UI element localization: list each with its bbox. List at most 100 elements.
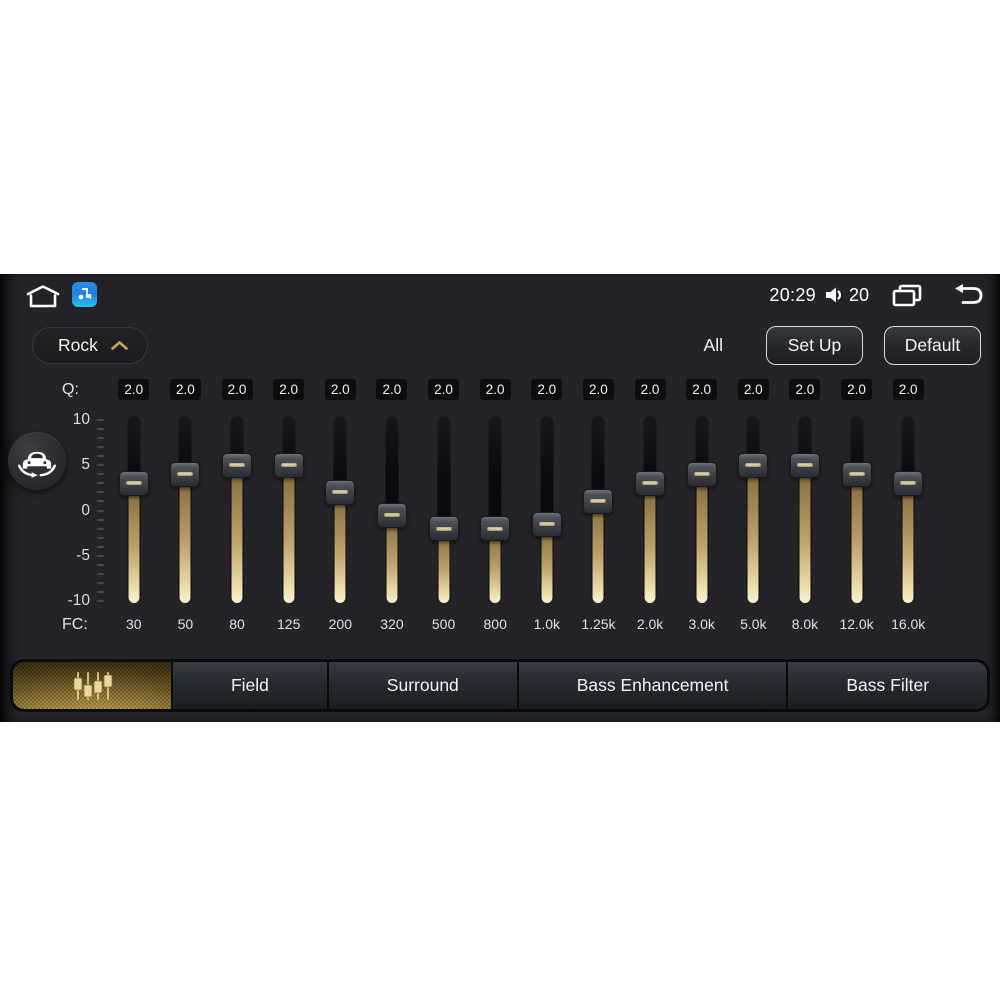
q-cell: 2.0 xyxy=(676,379,728,400)
eq-band-slider-125[interactable] xyxy=(263,412,315,612)
slider-handle[interactable] xyxy=(170,461,201,487)
slider-handle[interactable] xyxy=(635,470,666,496)
eq-band-slider-5.0k[interactable] xyxy=(728,412,780,612)
gain-scale-label: 0 xyxy=(81,501,90,519)
q-value-box[interactable]: 2.0 xyxy=(531,379,563,400)
volume-icon[interactable] xyxy=(822,283,846,307)
eq-band-slider-30[interactable] xyxy=(108,412,160,612)
fc-frequency-label: 200 xyxy=(328,616,352,632)
q-value-box[interactable]: 2.0 xyxy=(324,379,356,400)
fc-values-row: 30 50 80 125 200 320 500 800 1.0k 1.25k 2.0k 3.0k 5.… xyxy=(108,616,934,632)
gain-scale-label: 10 xyxy=(72,411,90,428)
back-icon[interactable] xyxy=(949,283,983,307)
preset-dropdown[interactable]: Rock xyxy=(32,327,148,364)
eq-band-slider-1.0k[interactable] xyxy=(521,412,573,612)
fc-frequency-label: 2.0k xyxy=(636,616,664,632)
default-button[interactable]: Default xyxy=(884,326,981,365)
scale-tick xyxy=(97,572,104,575)
tab-field[interactable]: Field xyxy=(171,662,327,709)
tab-equalizer[interactable] xyxy=(13,662,171,709)
q-value-box[interactable]: 2.0 xyxy=(892,379,924,400)
fc-frequency-label: 80 xyxy=(229,616,245,632)
recent-apps-icon[interactable] xyxy=(891,282,923,308)
fc-cell: 5.0k xyxy=(728,616,780,632)
q-value-box[interactable]: 2.0 xyxy=(737,379,769,400)
eq-band-slider-12.0k[interactable] xyxy=(831,412,883,612)
tab-bass-enhancement[interactable]: Bass Enhancement xyxy=(516,662,787,709)
tab-surround[interactable]: Surround xyxy=(326,662,517,709)
car-stereo-equalizer-screen: 20:29 20 Rock All Set Up Default Q: FC: … xyxy=(0,274,1000,722)
slider-handle[interactable] xyxy=(531,511,562,537)
q-value-box[interactable]: 2.0 xyxy=(582,379,614,400)
eq-band-slider-3.0k[interactable] xyxy=(676,412,728,612)
scale-tick xyxy=(97,581,104,584)
handle-grip-line xyxy=(383,513,400,518)
q-value-box[interactable]: 2.0 xyxy=(221,379,253,400)
tab-label: Bass Enhancement xyxy=(576,675,729,695)
q-value-box[interactable]: 2.0 xyxy=(841,379,873,400)
q-value-box[interactable]: 2.0 xyxy=(479,379,511,400)
home-icon[interactable] xyxy=(25,283,61,314)
fc-frequency-label: 50 xyxy=(177,616,194,632)
all-label[interactable]: All xyxy=(704,335,723,356)
slider-handle[interactable] xyxy=(480,516,511,542)
scale-tick xyxy=(97,428,104,431)
eq-band-slider-8.0k[interactable] xyxy=(779,412,831,612)
slider-fill xyxy=(386,515,398,603)
fc-cell: 1.0k xyxy=(521,616,573,632)
scale-tick xyxy=(97,527,104,530)
eq-band-slider-2.0k[interactable] xyxy=(624,412,676,612)
slider-handle[interactable] xyxy=(376,502,407,528)
fc-frequency-label: 5.0k xyxy=(740,616,767,632)
fc-cell: 8.0k xyxy=(779,616,831,632)
eq-band-slider-500[interactable] xyxy=(418,412,470,612)
slider-handle[interactable] xyxy=(789,452,820,478)
q-value-box[interactable]: 2.0 xyxy=(789,379,821,400)
handle-grip-line xyxy=(177,472,194,477)
q-value-box[interactable]: 2.0 xyxy=(273,379,305,400)
eq-band-slider-800[interactable] xyxy=(469,412,521,612)
tab-label: Bass Filter xyxy=(846,675,930,695)
q-value-box[interactable]: 2.0 xyxy=(376,379,408,400)
slider-handle[interactable] xyxy=(118,470,149,496)
eq-band-slider-50[interactable] xyxy=(160,412,212,612)
slider-handle[interactable] xyxy=(841,461,872,487)
slider-handle[interactable] xyxy=(428,516,459,542)
q-value-box[interactable]: 2.0 xyxy=(428,379,460,400)
slider-handle[interactable] xyxy=(325,479,356,505)
slider-handle[interactable] xyxy=(686,461,717,487)
q-cell: 2.0 xyxy=(211,379,263,400)
handle-grip-line xyxy=(435,526,452,531)
audio-app-icon[interactable] xyxy=(72,282,97,307)
slider-fill xyxy=(851,474,863,603)
q-value-box[interactable]: 2.0 xyxy=(118,379,150,400)
slider-handle[interactable] xyxy=(738,452,769,478)
fc-frequency-label: 800 xyxy=(483,616,507,632)
chevron-up-icon xyxy=(110,340,147,351)
eq-band-slider-200[interactable] xyxy=(315,412,367,612)
preset-dropdown-label: Rock xyxy=(58,335,98,355)
slider-fill xyxy=(747,465,759,603)
slider-handle[interactable] xyxy=(583,488,614,514)
eq-band-slider-320[interactable] xyxy=(366,412,418,612)
status-time: 20:29 xyxy=(769,284,816,305)
slider-handle[interactable] xyxy=(273,452,304,478)
sound-field-car-button[interactable] xyxy=(8,432,66,490)
eq-band-slider-1.25k[interactable] xyxy=(573,412,625,612)
scale-tick xyxy=(97,500,104,503)
fc-cell: 16.0k xyxy=(882,616,934,632)
scale-tick xyxy=(97,455,104,458)
q-value-box[interactable]: 2.0 xyxy=(169,379,201,400)
slider-fill xyxy=(902,483,914,603)
q-cell: 2.0 xyxy=(779,379,831,400)
slider-handle[interactable] xyxy=(893,470,924,496)
eq-band-slider-80[interactable] xyxy=(211,412,263,612)
eq-band-slider-16.0k[interactable] xyxy=(882,412,934,612)
handle-grip-line xyxy=(229,463,246,468)
q-value-box[interactable]: 2.0 xyxy=(686,379,718,400)
slider-handle[interactable] xyxy=(222,452,253,478)
tab-bass-filter[interactable]: Bass Filter xyxy=(786,662,987,709)
slider-fill xyxy=(179,474,191,603)
q-value-box[interactable]: 2.0 xyxy=(634,379,666,400)
setup-button[interactable]: Set Up xyxy=(766,326,863,365)
